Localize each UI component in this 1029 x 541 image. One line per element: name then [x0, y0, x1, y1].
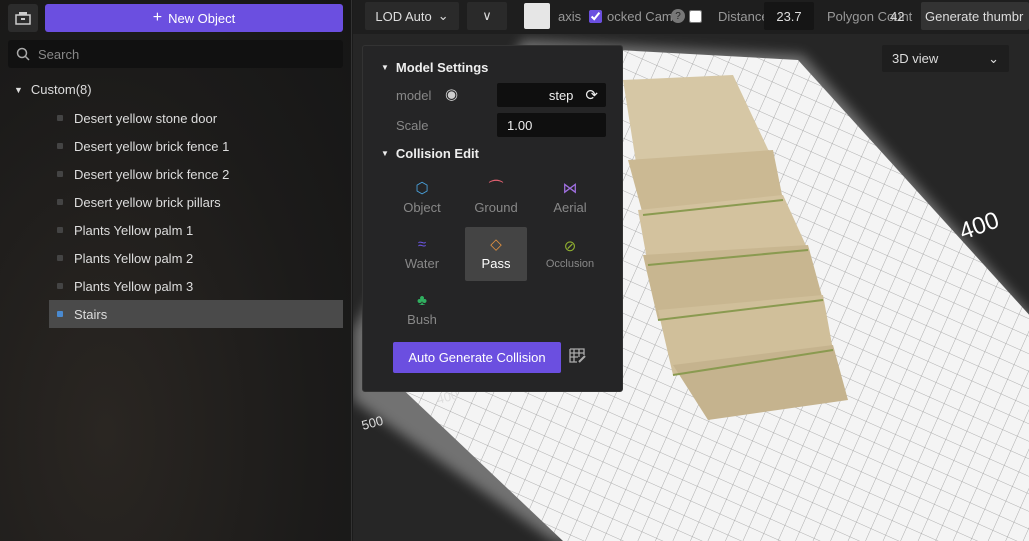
search-input[interactable]	[38, 46, 318, 62]
plus-icon: +	[152, 9, 163, 26]
cube-icon: ⬡	[415, 180, 429, 197]
collision-edit-header[interactable]: ▼ Collision Edit	[381, 146, 479, 161]
collision-bush-button[interactable]: ♣ Bush	[391, 283, 453, 337]
library-button[interactable]	[8, 4, 38, 32]
library-icon	[15, 12, 31, 25]
collision-object-button[interactable]: ⬡ Object	[391, 171, 453, 225]
model-settings-panel: ▼ Model Settings model ◉ step ⟳ Scale 1.00…	[362, 45, 623, 392]
caret-down-icon: ▼	[381, 63, 389, 72]
eye-off-icon: ⊘	[563, 237, 577, 255]
axis-checkbox[interactable]	[589, 10, 602, 23]
chevron-down-icon: ⌄	[988, 50, 999, 66]
axis-label: axis	[558, 8, 582, 24]
locked-camera-label: ocked Cam	[607, 8, 673, 24]
distance-label: Distance	[718, 8, 769, 24]
model-label: model	[396, 88, 432, 103]
collision-occlusion-button[interactable]: ⊘ Occlusion	[539, 227, 601, 281]
caret-down-icon: ▼	[381, 149, 389, 158]
lod-select[interactable]: LOD Auto ⌄	[365, 2, 459, 30]
chevron-down-icon: ⌄	[437, 8, 449, 23]
collision-pass-button[interactable]: ◇ Pass	[465, 227, 527, 281]
search-icon	[16, 47, 30, 61]
tree-item[interactable]: Plants Yellow palm 3	[49, 272, 343, 300]
lod-dropdown-button[interactable]: ∨	[467, 2, 507, 30]
eraser-icon: ◇	[490, 236, 502, 253]
collision-ground-button[interactable]: ⏜ Ground	[465, 171, 527, 225]
tree-item[interactable]: Stairs	[49, 300, 343, 328]
model-thumbnail-icon	[57, 115, 63, 121]
help-icon[interactable]: ?	[671, 9, 685, 23]
tree-group-custom[interactable]: ▼ Custom(8)	[14, 82, 92, 97]
tree-item[interactable]: Desert yellow brick fence 1	[49, 132, 343, 160]
search-box[interactable]	[8, 40, 343, 68]
object-sidebar: +New Object ▼Custom(8) Desert yellow sto…	[0, 0, 352, 541]
generate-thumbnail-button[interactable]: Generate thumbr	[921, 2, 1029, 30]
butterfly-icon: ⋈	[562, 180, 578, 197]
polygon-count-value: 42	[890, 8, 905, 24]
grid-label: 400	[956, 207, 1003, 246]
model-thumbnail-icon	[57, 255, 63, 261]
refresh-icon[interactable]: ⟳	[585, 86, 598, 104]
distance-input[interactable]: 23.7	[764, 2, 814, 30]
model-thumbnail-icon	[57, 171, 63, 177]
wave-icon: ≈	[417, 236, 427, 253]
tree-item[interactable]: Plants Yellow palm 2	[49, 244, 343, 272]
caret-down-icon: ▼	[14, 84, 23, 95]
ground-icon: ⏜	[488, 180, 504, 197]
model-thumbnail-icon	[57, 199, 63, 205]
scale-input[interactable]: 1.00	[497, 113, 606, 137]
tree-item[interactable]: Desert yellow brick fence 2	[49, 160, 343, 188]
model-settings-header[interactable]: ▼ Model Settings	[381, 60, 488, 75]
locked-camera-checkbox[interactable]	[689, 10, 702, 23]
model-thumbnail-icon	[57, 227, 63, 233]
collision-water-button[interactable]: ≈ Water	[391, 227, 453, 281]
tree-item[interactable]: Desert yellow stone door	[49, 104, 343, 132]
view-mode-select[interactable]: 3D view ⌄	[882, 45, 1009, 72]
grid-edit-icon[interactable]	[569, 348, 587, 364]
eye-icon[interactable]: ◉	[445, 85, 458, 103]
model-thumbnail-icon	[57, 143, 63, 149]
scale-label: Scale	[396, 118, 429, 133]
model-field[interactable]: step ⟳	[497, 83, 606, 107]
model-thumbnail-icon	[57, 283, 63, 289]
new-object-button[interactable]: + New Object	[45, 4, 343, 32]
model-thumbnail-icon	[57, 311, 63, 317]
tree-item[interactable]: Desert yellow brick pillars	[49, 188, 343, 216]
bush-icon: ♣	[417, 292, 427, 309]
grid-label: 500	[360, 413, 385, 433]
tree-item[interactable]: Plants Yellow palm 1	[49, 216, 343, 244]
chevron-down-icon: ∨	[482, 8, 492, 23]
collision-aerial-button[interactable]: ⋈ Aerial	[539, 171, 601, 225]
auto-generate-collision-button[interactable]: Auto Generate Collision	[393, 342, 561, 373]
color-swatch[interactable]	[524, 3, 550, 29]
